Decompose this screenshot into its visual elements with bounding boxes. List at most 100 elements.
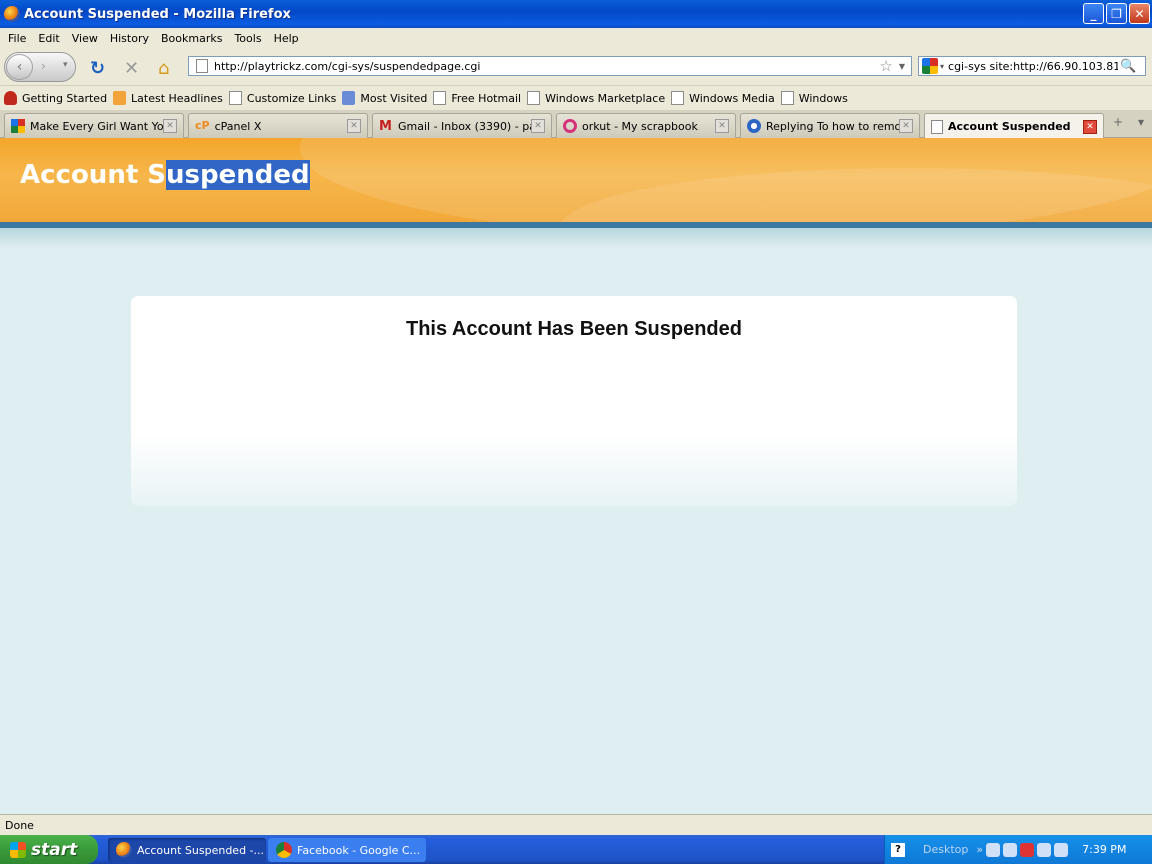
banner-shadow xyxy=(0,228,1152,248)
firefox-icon xyxy=(116,842,132,858)
system-tray: ? Desktop » 7:39 PM xyxy=(884,835,1152,864)
google-icon[interactable] xyxy=(922,58,938,74)
home-button[interactable]: ⌂ xyxy=(158,58,169,79)
tab-close-icon[interactable]: ✕ xyxy=(347,119,361,133)
tray-icon-security[interactable] xyxy=(1020,842,1035,857)
tab-close-icon[interactable]: ✕ xyxy=(899,119,913,133)
tray-icon-display[interactable] xyxy=(1003,842,1018,857)
tab-replying[interactable]: Replying To how to remo... ✕ xyxy=(740,113,920,138)
tab-cpanel[interactable]: cP cPanel X ✕ xyxy=(188,113,368,138)
tab-close-icon[interactable]: ✕ xyxy=(1083,119,1097,134)
menu-history[interactable]: History xyxy=(104,32,155,45)
tab-label: Make Every Girl Want Yo... xyxy=(30,119,163,133)
reload-button[interactable]: ↻ xyxy=(90,58,105,79)
menu-bar: File Edit View History Bookmarks Tools H… xyxy=(0,28,1152,48)
suspended-heading: This Account Has Been Suspended xyxy=(406,318,742,340)
taskbar-item-firefox[interactable]: Account Suspended -... xyxy=(108,838,266,862)
history-dropdown-icon[interactable]: ▾ xyxy=(63,60,68,70)
help-icon[interactable]: ? xyxy=(891,842,905,857)
tab-close-icon[interactable]: ✕ xyxy=(531,119,545,133)
bookmark-most-visited[interactable]: Most Visited xyxy=(342,91,427,105)
windows-flag-icon xyxy=(10,841,26,858)
firefox-icon xyxy=(4,6,20,22)
bookmark-star-icon[interactable]: ☆ xyxy=(879,57,892,75)
page-icon xyxy=(228,91,242,105)
page-icon xyxy=(671,91,685,105)
bookmark-label: Customize Links xyxy=(246,91,337,105)
tab-gmail[interactable]: M Gmail - Inbox (3390) - pa... ✕ xyxy=(372,113,552,138)
url-bar[interactable]: ☆ ▼ xyxy=(188,56,912,76)
status-bar: Done xyxy=(0,814,1152,835)
tray-expand-icon[interactable]: » xyxy=(976,843,983,856)
gmail-icon: M xyxy=(379,119,392,134)
chrome-icon xyxy=(276,842,292,858)
url-input[interactable] xyxy=(214,59,880,73)
minimize-button[interactable]: _ xyxy=(1083,3,1104,24)
search-engine-dropdown-icon[interactable]: ▾ xyxy=(940,62,944,71)
orkut-icon xyxy=(563,119,577,133)
tab-make-every-girl[interactable]: Make Every Girl Want Yo... ✕ xyxy=(4,113,184,138)
banner-title-selected-text: uspended xyxy=(166,160,310,190)
tab-label: orkut - My scrapbook xyxy=(582,119,698,133)
tray-icon-monitor[interactable] xyxy=(1037,842,1052,857)
desktop-toolbar-label[interactable]: Desktop xyxy=(923,843,968,856)
bookmark-label: Getting Started xyxy=(22,91,108,105)
tab-label: cPanel X xyxy=(214,119,262,133)
search-icon[interactable]: 🔍 xyxy=(1120,59,1136,74)
menu-file[interactable]: File xyxy=(2,32,32,45)
start-button[interactable]: start xyxy=(0,835,98,864)
clock: 7:39 PM xyxy=(1082,843,1127,856)
tab-close-icon[interactable]: ✕ xyxy=(163,119,177,133)
status-text: Done xyxy=(5,818,34,832)
tray-icon-network[interactable] xyxy=(986,842,1001,857)
url-dropdown-icon[interactable]: ▼ xyxy=(899,62,905,71)
tab-label: Account Suspended xyxy=(948,120,1071,133)
search-box[interactable]: ▾ 🔍 xyxy=(918,56,1146,76)
navigation-toolbar: ‹ › ▾ ↻ ✕ ⌂ ☆ ▼ ▾ 🔍 xyxy=(0,48,1152,86)
firefox-bookmark-icon xyxy=(4,91,17,105)
page-icon xyxy=(196,59,208,73)
tray-icon-app[interactable] xyxy=(1054,842,1069,857)
taskbar-item-label: Account Suspended -... xyxy=(137,843,265,857)
most-visited-icon xyxy=(342,91,356,105)
banner-title: Account Suspended xyxy=(20,160,310,190)
cpanel-icon: cP xyxy=(195,119,210,132)
tab-list-icon[interactable]: ▾ xyxy=(1138,115,1144,129)
rss-icon xyxy=(113,91,127,105)
bookmark-getting-started[interactable]: Getting Started xyxy=(4,91,107,105)
restore-button[interactable]: ❐ xyxy=(1106,3,1127,24)
menu-bookmarks[interactable]: Bookmarks xyxy=(155,32,228,45)
menu-tools[interactable]: Tools xyxy=(228,32,267,45)
bookmark-label: Windows Marketplace xyxy=(545,91,666,105)
forward-button[interactable]: › xyxy=(41,59,46,73)
banner-title-text: Account S xyxy=(20,160,167,190)
menu-view[interactable]: View xyxy=(66,32,104,45)
bookmark-windows-marketplace[interactable]: Windows Marketplace xyxy=(527,91,665,105)
taskbar-item-chrome[interactable]: Facebook - Google C... xyxy=(268,838,426,862)
search-input[interactable] xyxy=(948,59,1119,73)
close-button[interactable]: ✕ xyxy=(1129,3,1150,24)
menu-help[interactable]: Help xyxy=(268,32,305,45)
tab-label: Replying To how to remo... xyxy=(766,119,899,133)
bookmark-free-hotmail[interactable]: Free Hotmail xyxy=(433,91,521,105)
page-icon xyxy=(931,119,943,134)
tab-label: Gmail - Inbox (3390) - pa... xyxy=(398,119,531,133)
page-icon xyxy=(780,91,794,105)
tab-orkut[interactable]: orkut - My scrapbook ✕ xyxy=(556,113,736,138)
bookmark-windows[interactable]: Windows xyxy=(780,91,848,105)
taskbar-item-label: Facebook - Google C... xyxy=(297,843,421,857)
back-forward-group: ‹ › ▾ xyxy=(4,52,76,82)
page-content: Account Suspended This Account Has Been … xyxy=(0,138,1152,814)
bookmark-windows-media[interactable]: Windows Media xyxy=(671,91,775,105)
bookmark-latest-headlines[interactable]: Latest Headlines xyxy=(113,91,223,105)
google-icon xyxy=(11,119,25,133)
bookmark-customize-links[interactable]: Customize Links xyxy=(228,91,337,105)
back-button[interactable]: ‹ xyxy=(6,54,33,80)
tab-account-suspended[interactable]: Account Suspended ✕ xyxy=(924,113,1104,139)
new-tab-icon[interactable]: + xyxy=(1113,115,1123,129)
forum-icon xyxy=(747,119,761,133)
menu-edit[interactable]: Edit xyxy=(32,32,65,45)
stop-button[interactable]: ✕ xyxy=(124,58,139,79)
tab-close-icon[interactable]: ✕ xyxy=(715,119,729,133)
bookmark-label: Windows xyxy=(798,91,848,105)
